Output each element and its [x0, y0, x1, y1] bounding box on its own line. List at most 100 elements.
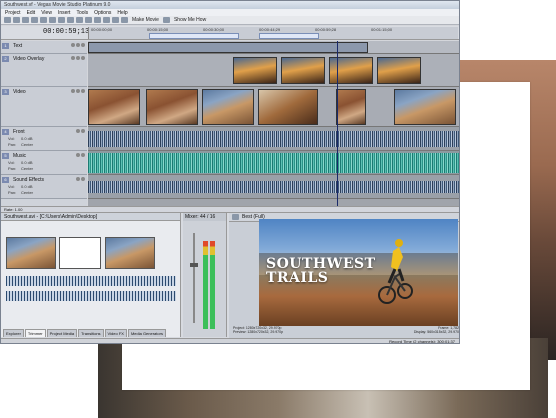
- front-audio-lane[interactable]: [88, 127, 459, 151]
- ripple-icon[interactable]: [85, 17, 92, 23]
- open-icon[interactable]: [13, 17, 20, 23]
- tab-trimmer[interactable]: Trimmer: [24, 329, 46, 337]
- audio-waveform[interactable]: [88, 131, 459, 147]
- overlay-clip[interactable]: [377, 57, 421, 84]
- fx-icon[interactable]: [71, 89, 75, 93]
- overlay-lane[interactable]: [88, 54, 459, 87]
- mute-icon[interactable]: [76, 153, 80, 157]
- video-clip[interactable]: [258, 89, 318, 125]
- mute-icon[interactable]: [76, 129, 80, 133]
- solo-icon[interactable]: [81, 153, 85, 157]
- audio-waveform[interactable]: [88, 153, 459, 173]
- menu-tools[interactable]: Tools: [76, 10, 88, 16]
- track-header[interactable]: 2 Video Overlay: [1, 54, 87, 87]
- trimmer-header: Southwest.avi - [C:\Users\Admin\Desktop]: [1, 213, 180, 221]
- trimmer-waveform: [6, 276, 176, 286]
- master-fader-track: [193, 233, 195, 323]
- overlay-clip[interactable]: [329, 57, 373, 84]
- video-clip[interactable]: [88, 89, 140, 125]
- tab-transitions[interactable]: Transitions: [78, 329, 104, 337]
- copy-icon[interactable]: [58, 17, 65, 23]
- display-label: Display:: [413, 330, 427, 334]
- track-header[interactable]: 1 Text: [1, 41, 87, 54]
- preview-settings-icon[interactable]: [232, 214, 239, 220]
- fx-icon[interactable]: [71, 43, 75, 47]
- menu-options[interactable]: Options: [94, 10, 111, 16]
- redo-icon[interactable]: [40, 17, 47, 23]
- mute-icon[interactable]: [76, 56, 80, 60]
- track-header[interactable]: 5 Music Vol: 0.0 dB Pan: Center: [1, 151, 87, 175]
- make-movie-button[interactable]: Make Movie: [130, 17, 161, 23]
- cursor-icon[interactable]: [94, 17, 101, 23]
- display-value: 560x315x32, 29.970: [427, 330, 459, 334]
- video-clip[interactable]: [146, 89, 198, 125]
- menu-insert[interactable]: Insert: [58, 10, 71, 16]
- menu-project[interactable]: Project: [5, 10, 21, 16]
- audio-waveform[interactable]: [88, 181, 459, 193]
- snap-icon[interactable]: [76, 17, 83, 23]
- mute-icon[interactable]: [76, 43, 80, 47]
- help-icon: [162, 17, 170, 23]
- solo-icon[interactable]: [81, 43, 85, 47]
- overlay-clip[interactable]: [281, 57, 325, 84]
- marker-region[interactable]: [149, 33, 239, 39]
- pan-value: Center: [21, 142, 34, 147]
- text-clip[interactable]: [88, 42, 368, 53]
- vol-label: Vol:: [8, 136, 15, 141]
- master-fader-handle[interactable]: [190, 263, 198, 267]
- solo-icon[interactable]: [81, 89, 85, 93]
- pan-label: Pan:: [8, 166, 17, 171]
- menu-edit[interactable]: Edit: [27, 10, 36, 16]
- record-time: Record Time (2 channels): 300:01:37: [389, 339, 455, 344]
- tab-project-media[interactable]: Project Media: [46, 329, 78, 337]
- video-lane[interactable]: [88, 87, 459, 127]
- ruler-mark: 00:00:15;00: [147, 27, 169, 32]
- text-lane[interactable]: [88, 41, 459, 54]
- playhead-cursor[interactable]: [337, 41, 338, 206]
- show-me-how-button[interactable]: Show Me How: [172, 17, 208, 23]
- undo-icon[interactable]: [31, 17, 38, 23]
- track-header[interactable]: 3 Video: [1, 87, 87, 127]
- video-clip[interactable]: [394, 89, 456, 125]
- overlay-clip[interactable]: [233, 57, 277, 84]
- track-header[interactable]: 4 Front Vol: 0.0 dB Pan: Center: [1, 127, 87, 151]
- track-number: 4: [2, 129, 9, 135]
- track-header[interactable]: 6 Sound Effects Vol: 0.0 dB Pan: Center: [1, 175, 87, 199]
- video-clip[interactable]: [336, 89, 366, 125]
- tab-media-generators[interactable]: Media Generators: [127, 329, 166, 337]
- timeline-lanes[interactable]: [88, 41, 459, 206]
- cut-icon[interactable]: [49, 17, 56, 23]
- video-clip[interactable]: [202, 89, 254, 125]
- time-ruler[interactable]: 00:00:00;00 00:00:15;00 00:00:30;00 00:0…: [88, 27, 458, 39]
- save-icon[interactable]: [22, 17, 29, 23]
- solo-icon[interactable]: [81, 129, 85, 133]
- solo-icon[interactable]: [81, 177, 85, 181]
- preview-value: 1280x720x32, 29.970p: [247, 330, 284, 334]
- mute-icon[interactable]: [76, 177, 80, 181]
- stage: Southwest.vf - Vegas Movie Studio Platin…: [0, 0, 556, 418]
- mute-icon[interactable]: [76, 89, 80, 93]
- split-icon[interactable]: [103, 17, 110, 23]
- zoom-icon[interactable]: [112, 17, 119, 23]
- ruler-mark: 00:00:59;28: [315, 27, 337, 32]
- solo-icon[interactable]: [81, 56, 85, 60]
- trimmer-thumbnail[interactable]: [105, 237, 155, 269]
- effects-audio-lane[interactable]: [88, 175, 459, 199]
- tab-video-fx[interactable]: Video FX: [104, 329, 127, 337]
- timeline-header: 00:00:59;13 00:00:00;00 00:00:15;00 00:0…: [1, 26, 459, 40]
- pan-label: Pan:: [8, 142, 17, 147]
- trimmer-thumbnail[interactable]: [6, 237, 56, 269]
- vol-value: 0.0 dB: [21, 136, 33, 141]
- status-bar: Record Time (2 channels): 300:01:37: [1, 338, 459, 344]
- track-controls: [71, 43, 85, 47]
- music-audio-lane[interactable]: [88, 151, 459, 175]
- title-line-1: SOUTHWEST: [266, 256, 376, 272]
- marker-region[interactable]: [259, 33, 319, 39]
- menu-help[interactable]: Help: [117, 10, 127, 16]
- tab-explorer[interactable]: Explorer: [3, 329, 24, 337]
- menu-view[interactable]: View: [41, 10, 52, 16]
- track-controls: [76, 129, 85, 133]
- fx-icon[interactable]: [71, 56, 75, 60]
- paste-icon[interactable]: [67, 17, 74, 23]
- new-icon[interactable]: [4, 17, 11, 23]
